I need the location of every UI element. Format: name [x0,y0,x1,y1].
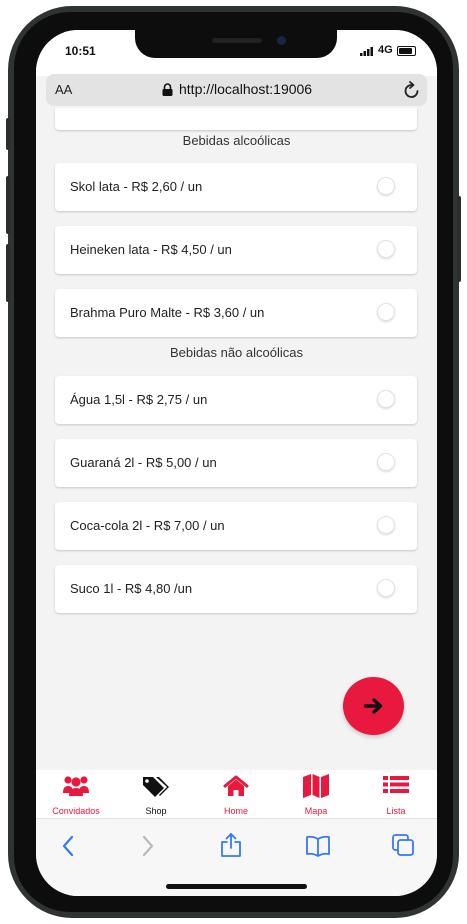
item-label: Brahma Puro Malte - R$ 3,60 / un [70,305,265,320]
forward-icon[interactable] [141,835,155,857]
bookmarks-icon[interactable] [305,835,331,857]
item-radio[interactable] [377,453,395,471]
item-radio[interactable] [377,579,395,597]
section-title-alcoolicas: Bebidas alcoólicas [182,133,291,148]
list-item[interactable]: Coca-cola 2l - R$ 7,00 / un [55,502,417,550]
share-icon[interactable] [220,832,242,858]
list-item[interactable]: Heineken lata - R$ 4,50 / un [55,226,417,274]
list-item[interactable]: Água 1,5l - R$ 2,75 / un [55,376,417,424]
tab-mapa[interactable]: Mapa [276,770,356,818]
section-title-nao-alcoolicas: Bebidas não alcoólicas [170,345,303,360]
power-button [457,196,461,282]
tab-shop[interactable]: Shop [116,770,196,818]
list-item[interactable]: Brahma Puro Malte - R$ 3,60 / un [55,289,417,337]
list-item[interactable]: Skol lata - R$ 2,60 / un [55,163,417,211]
volume-down-button [6,244,10,302]
notch [135,30,337,58]
list-icon [383,776,409,793]
network-type: 4G [378,44,393,56]
front-camera [277,36,286,45]
list-item-partial[interactable] [55,108,417,130]
tab-label-mapa: Mapa [304,806,328,816]
tab-label-home: Home [223,806,248,816]
battery-icon [397,46,416,56]
home-indicator [166,884,307,889]
tab-label-convidados: Convidados [52,806,100,816]
item-label: Heineken lata - R$ 4,50 / un [70,242,232,257]
tab-home[interactable]: Home [196,770,276,818]
speaker [212,38,262,43]
item-radio[interactable] [377,390,395,408]
tab-convidados[interactable]: Convidados [36,770,116,818]
bottom-tab-bar: Convidados Shop Home Mapa Lista [36,770,437,818]
list-item[interactable]: Suco 1l - R$ 4,80 /un [55,565,417,613]
mute-switch [6,118,10,150]
item-radio[interactable] [377,177,395,195]
back-icon[interactable] [61,835,75,857]
tab-label-lista: Lista [386,806,406,816]
item-label: Suco 1l - R$ 4,80 /un [70,581,193,596]
users-icon [63,776,89,796]
tab-label-shop: Shop [145,806,167,816]
url-text[interactable]: http://localhost:19006 [179,81,312,97]
map-icon [303,774,329,798]
product-list[interactable]: Bebidas alcoólicas Skol lata - R$ 2,60 /… [36,108,437,770]
signal-icon [360,47,373,56]
next-button[interactable] [343,677,404,735]
item-radio[interactable] [377,240,395,258]
text-size-button[interactable]: AA [55,82,72,97]
volume-up-button [6,176,10,234]
lock-icon [162,83,173,96]
item-label: Skol lata - R$ 2,60 / un [70,179,203,194]
home-icon [223,775,249,796]
status-time: 10:51 [65,44,96,58]
url-bar[interactable]: AA http://localhost:19006 [46,74,427,106]
tab-lista[interactable]: Lista [356,770,436,818]
item-label: Coca-cola 2l - R$ 7,00 / un [70,518,225,533]
reload-icon[interactable] [403,80,421,100]
tags-icon [143,777,169,797]
item-radio[interactable] [377,303,395,321]
item-label: Guaraná 2l - R$ 5,00 / un [70,455,217,470]
list-item[interactable]: Guaraná 2l - R$ 5,00 / un [55,439,417,487]
tabs-icon[interactable] [391,833,415,857]
item-label: Água 1,5l - R$ 2,75 / un [70,392,208,407]
item-radio[interactable] [377,516,395,534]
phone-screen: 10:51 4G AA http://localhost:19006 Bebid… [36,30,437,896]
status-bar: 10:51 4G [36,30,437,76]
arrow-right-icon [363,698,383,714]
